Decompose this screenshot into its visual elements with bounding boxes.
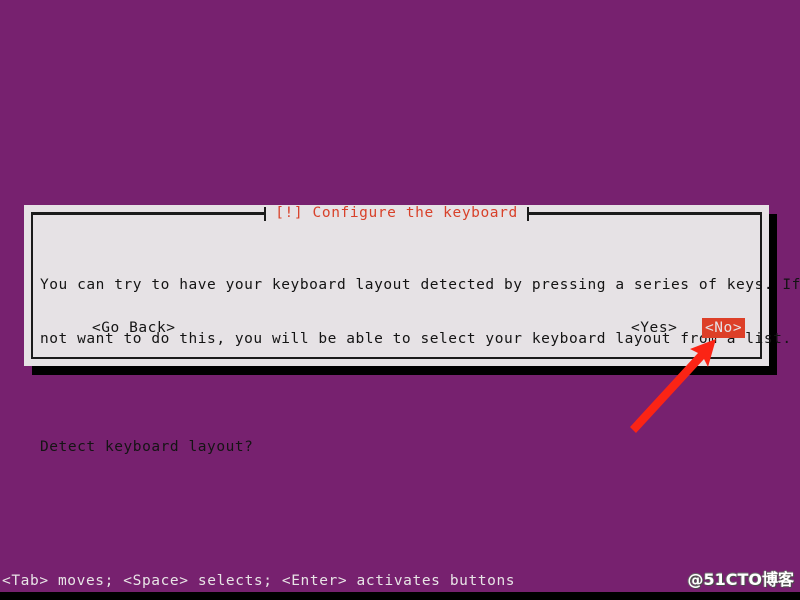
dialog-question: Detect keyboard layout? xyxy=(40,439,254,455)
no-button[interactable]: <No> xyxy=(702,318,746,338)
configure-keyboard-dialog: [!] Configure the keyboard You can try t… xyxy=(24,205,800,455)
watermark: @51CTO博客 xyxy=(687,570,794,589)
go-back-button[interactable]: <Go Back> xyxy=(90,318,178,338)
body-line-1: You can try to have your keyboard layout… xyxy=(40,277,800,293)
terminal-screen: [!] Configure the keyboard You can try t… xyxy=(0,0,800,600)
yes-button[interactable]: <Yes> xyxy=(629,318,679,338)
keyboard-hint-bar: <Tab> moves; <Space> selects; <Enter> ac… xyxy=(2,573,516,589)
dialog-button-row: <Go Back> <Yes> <No> xyxy=(40,318,752,338)
bottom-black-strip xyxy=(0,592,800,600)
dialog-body-text: You can try to have your keyboard layout… xyxy=(40,240,800,492)
